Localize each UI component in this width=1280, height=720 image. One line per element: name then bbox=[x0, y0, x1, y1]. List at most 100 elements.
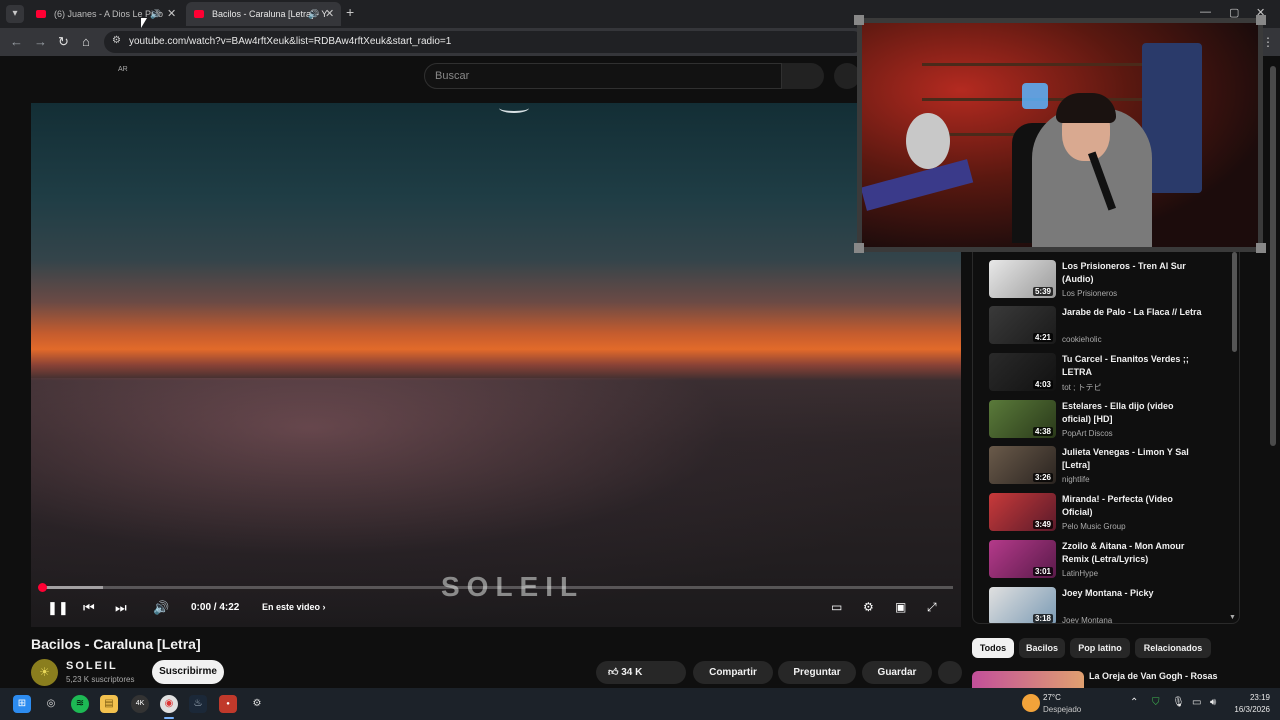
like-button[interactable]: 👍︎ 34 K bbox=[596, 661, 686, 684]
steam-icon[interactable]: ♨ bbox=[189, 695, 207, 713]
volume-tray-icon[interactable]: 🔊︎ bbox=[1210, 697, 1216, 708]
speaker-icon[interactable]: 🔊 bbox=[308, 2, 319, 26]
recommendation-title: Jarabe de Palo - La Flaca // Letra bbox=[1062, 307, 1202, 317]
fullscreen-icon[interactable]: ⤢ bbox=[927, 600, 937, 615]
tray-chevron-icon[interactable]: ⌃ bbox=[1130, 697, 1138, 708]
back-icon[interactable]: ← bbox=[10, 34, 23, 49]
recommendation-channel: nightlife bbox=[1062, 475, 1090, 484]
recommendation-item[interactable]: 5:39 Los Prisioneros - Tren Al Sur (Audi… bbox=[989, 260, 1229, 304]
more-actions-button[interactable] bbox=[938, 661, 962, 684]
recommendation-item[interactable]: 3:01 Zzoilo & Aitana - Mon Amour Remix (… bbox=[989, 540, 1229, 584]
ask-label: Preguntar bbox=[793, 667, 841, 678]
app-icon[interactable]: ◎ bbox=[42, 695, 60, 713]
clock-date[interactable]: 16/3/2026 bbox=[1228, 705, 1270, 714]
clock-time[interactable]: 23:19 bbox=[1228, 693, 1270, 702]
tab-search-button[interactable]: ▾ bbox=[6, 5, 24, 23]
video-thumbnail: 4:38 bbox=[989, 400, 1056, 438]
close-tab-icon[interactable]: ✕ bbox=[167, 2, 176, 26]
save-button[interactable]: Guardar bbox=[862, 661, 932, 684]
recommendation-item[interactable]: 4:03 Tu Carcel - Enanitos Verdes ;; LETR… bbox=[989, 353, 1229, 397]
tab-bacilos[interactable]: Bacilos - Caraluna [Letra] - Y 🔊 ✕ bbox=[186, 2, 341, 26]
home-icon[interactable]: ⌂ bbox=[82, 34, 90, 49]
share-button[interactable]: Compartir bbox=[693, 661, 773, 684]
progress-bar[interactable] bbox=[39, 586, 953, 589]
weather-icon[interactable] bbox=[1022, 694, 1040, 712]
settings-app-icon[interactable]: ⚙ bbox=[248, 695, 266, 713]
webcam-shelf bbox=[922, 63, 1142, 66]
progress-scrubber[interactable] bbox=[38, 583, 47, 592]
page-scrollbar[interactable] bbox=[1270, 66, 1276, 446]
screen: ▾ (6) Juanes - A Dios Le Pido 🔊 ✕ Bacilo… bbox=[0, 0, 1280, 720]
recommendation-title: Zzoilo & Aitana - Mon Amour Remix (Letra… bbox=[1062, 541, 1185, 564]
duration-badge: 3:49 bbox=[1032, 520, 1053, 529]
forward-icon[interactable]: → bbox=[34, 34, 47, 49]
video-thumbnail: 4:21 bbox=[989, 306, 1056, 344]
minimize-icon[interactable]: — bbox=[1200, 6, 1211, 18]
chip-pop-latino[interactable]: Pop latino bbox=[1070, 638, 1130, 658]
file-explorer-icon[interactable]: ▤ bbox=[100, 695, 118, 713]
video-frame-moon bbox=[499, 103, 529, 113]
settings-icon[interactable]: ⚙ bbox=[863, 600, 874, 614]
tab-juanes[interactable]: (6) Juanes - A Dios Le Pido 🔊 ✕ bbox=[28, 2, 183, 26]
youtube-favicon-icon bbox=[36, 10, 46, 18]
next-video-title[interactable]: La Oreja de Van Gogh - Rosas bbox=[1089, 671, 1218, 681]
video-player[interactable]: SOLEIL ❚❚ ⏮ ⏭ 🔊 0:00 / 4:22 En este vide… bbox=[31, 103, 961, 627]
channel-name[interactable]: SOLEIL bbox=[66, 660, 118, 672]
security-icon[interactable]: ⛉ bbox=[1152, 697, 1160, 708]
previous-icon[interactable]: ⏮ bbox=[83, 600, 95, 616]
recommendation-title: Joey Montana - Picky bbox=[1062, 588, 1154, 598]
chip-bacilos[interactable]: Bacilos bbox=[1019, 638, 1065, 658]
recommendation-item[interactable]: 4:38 Estelares - Ella dijo (video oficia… bbox=[989, 400, 1229, 444]
like-count: 34 K bbox=[621, 667, 643, 678]
recommendation-channel: Joey Montana bbox=[1062, 616, 1113, 624]
duration-badge: 4:03 bbox=[1032, 380, 1053, 389]
subscribe-button[interactable]: Suscribirme bbox=[152, 660, 224, 684]
recommendation-item[interactable]: 3:49 Miranda! - Perfecta (Video Oficial)… bbox=[989, 493, 1229, 537]
recommendation-item[interactable]: 4:21 Jarabe de Palo - La Flaca // Letra … bbox=[989, 306, 1229, 350]
next-video-thumbnail[interactable] bbox=[972, 671, 1084, 688]
video-thumbnail: 4:03 bbox=[989, 353, 1056, 391]
chip-relacionados[interactable]: Relacionados bbox=[1135, 638, 1211, 658]
video-thumbnail: 3:01 bbox=[989, 540, 1056, 578]
chapter-label: En este video bbox=[262, 602, 321, 612]
recommendation-item[interactable]: 3:26 Julieta Venegas - Limon Y Sal [Letr… bbox=[989, 446, 1229, 490]
duration-badge: 5:39 bbox=[1032, 287, 1053, 296]
thumbs-up-icon: 👍︎ bbox=[608, 667, 619, 678]
search-placeholder: Buscar bbox=[435, 70, 470, 82]
recommendations-scrollbar[interactable] bbox=[1232, 252, 1237, 352]
reload-icon[interactable]: ↻ bbox=[58, 34, 69, 50]
duration-badge: 3:01 bbox=[1032, 567, 1053, 576]
speaker-icon[interactable]: 🔊 bbox=[150, 2, 161, 26]
ask-button[interactable]: Preguntar bbox=[778, 661, 856, 684]
address-bar[interactable]: ⚙ youtube.com/watch?v=BAw4rftXeuk&list=R… bbox=[104, 31, 864, 53]
new-tab-icon[interactable]: + bbox=[346, 4, 354, 20]
pause-icon[interactable]: ❚❚ bbox=[47, 600, 69, 616]
channel-avatar[interactable]: ☀ bbox=[31, 659, 58, 686]
chip-todos[interactable]: Todos bbox=[972, 638, 1014, 658]
search-input[interactable]: Buscar bbox=[424, 63, 782, 89]
recommendation-item[interactable]: 3:18 Joey Montana - Picky Joey Montana bbox=[989, 587, 1229, 624]
4k-app-icon[interactable]: 4K bbox=[131, 695, 149, 713]
network-icon[interactable]: ▭ bbox=[1192, 697, 1201, 708]
subtitles-icon[interactable]: ▭ bbox=[831, 600, 842, 614]
search-button[interactable] bbox=[782, 63, 824, 89]
duration-badge: 3:18 bbox=[1032, 614, 1053, 623]
site-info-icon[interactable]: ⚙ bbox=[112, 35, 121, 46]
miniplayer-icon[interactable]: ▣ bbox=[895, 600, 906, 614]
recommendation-channel: tot ; トテピ bbox=[1062, 383, 1102, 392]
spotify-icon[interactable]: ≋ bbox=[71, 695, 89, 713]
next-icon[interactable]: ⏭ bbox=[115, 600, 127, 616]
browser-menu-icon[interactable]: ⋮ bbox=[1262, 35, 1274, 49]
volume-icon[interactable]: 🔊 bbox=[153, 600, 169, 616]
duration-badge: 4:38 bbox=[1032, 427, 1053, 436]
microphone-icon[interactable]: 🎙︎ bbox=[1172, 697, 1185, 708]
chrome-icon[interactable]: ◉ bbox=[160, 695, 178, 713]
chapters-button[interactable]: En este video › bbox=[254, 597, 334, 617]
start-icon[interactable]: ⊞ bbox=[13, 695, 31, 713]
recommendation-title: Estelares - Ella dijo (video oficial) [H… bbox=[1062, 401, 1174, 424]
webcam-neon-light bbox=[1022, 83, 1048, 109]
close-tab-icon[interactable]: ✕ bbox=[325, 2, 334, 26]
recording-app-icon[interactable]: ● bbox=[219, 695, 237, 713]
scroll-down-icon[interactable]: ▼ bbox=[1229, 614, 1236, 621]
recommendation-title: Miranda! - Perfecta (Video Oficial) bbox=[1062, 494, 1173, 517]
